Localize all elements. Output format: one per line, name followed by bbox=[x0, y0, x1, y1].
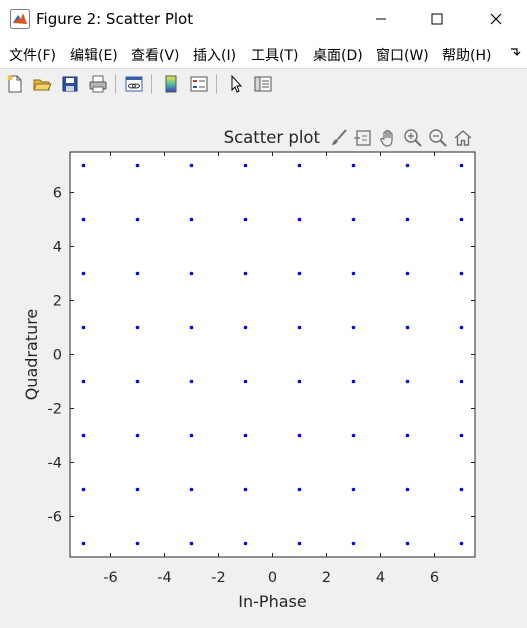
y-tick-label: 0 bbox=[53, 348, 62, 364]
scatter-point bbox=[243, 487, 248, 492]
scatter-point bbox=[135, 163, 140, 168]
scatter-point bbox=[135, 325, 140, 330]
pan-icon bbox=[380, 129, 393, 147]
x-tick-label: 2 bbox=[322, 570, 331, 586]
scatter-point bbox=[189, 217, 194, 222]
y-tick-label: 4 bbox=[53, 240, 62, 256]
scatter-point bbox=[297, 217, 302, 222]
scatter-point bbox=[351, 379, 356, 384]
scatter-point bbox=[135, 433, 140, 438]
x-tick-label: -4 bbox=[157, 570, 171, 586]
scatter-point bbox=[135, 271, 140, 276]
x-tick-label: -6 bbox=[103, 570, 117, 586]
scatter-point bbox=[189, 487, 194, 492]
scatter-point bbox=[297, 541, 302, 546]
scatter-plot: -6 -4 -2 0 2 4 6 -6 -4 -2 0 2 4 6 In-Phase Quadrature bbox=[22, 151, 476, 611]
scatter-point bbox=[351, 325, 356, 330]
scatter-point bbox=[81, 433, 86, 438]
scatter-point bbox=[351, 541, 356, 546]
data-tips-icon bbox=[354, 130, 371, 146]
scatter-point bbox=[297, 271, 302, 276]
scatter-point bbox=[459, 325, 464, 330]
scatter-point bbox=[351, 163, 356, 168]
zoom-out-button[interactable] bbox=[427, 127, 449, 149]
scatter-point bbox=[189, 433, 194, 438]
y-tick-label: -2 bbox=[48, 402, 62, 418]
plot-title: Scatter plot bbox=[223, 128, 320, 147]
x-tick-label: -2 bbox=[211, 570, 225, 586]
scatter-point bbox=[351, 271, 356, 276]
scatter-point bbox=[405, 433, 410, 438]
scatter-point bbox=[243, 541, 248, 546]
y-tick-label: 6 bbox=[53, 186, 62, 202]
scatter-point bbox=[297, 379, 302, 384]
scatter-point bbox=[243, 325, 248, 330]
scatter-point bbox=[405, 217, 410, 222]
scatter-point bbox=[459, 163, 464, 168]
y-axis-label: Quadrature bbox=[22, 309, 41, 401]
scatter-point bbox=[297, 433, 302, 438]
restore-view-icon bbox=[454, 130, 472, 146]
scatter-point bbox=[459, 487, 464, 492]
scatter-point bbox=[351, 433, 356, 438]
scatter-point bbox=[405, 325, 410, 330]
scatter-point bbox=[459, 541, 464, 546]
scatter-point bbox=[405, 163, 410, 168]
scatter-point bbox=[189, 379, 194, 384]
axes-box[interactable] bbox=[69, 151, 476, 558]
x-tick-label: 0 bbox=[268, 570, 277, 586]
scatter-point bbox=[81, 541, 86, 546]
x-axis-label: In-Phase bbox=[238, 592, 306, 611]
scatter-point bbox=[81, 379, 86, 384]
scatter-point bbox=[135, 487, 140, 492]
scatter-point bbox=[459, 271, 464, 276]
scatter-point bbox=[459, 433, 464, 438]
scatter-point bbox=[297, 163, 302, 168]
scatter-point bbox=[81, 163, 86, 168]
scatter-point bbox=[81, 217, 86, 222]
brush-button[interactable] bbox=[328, 127, 350, 149]
zoom-out-icon bbox=[429, 129, 447, 147]
scatter-point bbox=[405, 271, 410, 276]
scatter-point bbox=[351, 487, 356, 492]
scatter-point bbox=[243, 271, 248, 276]
x-tick-label: 6 bbox=[430, 570, 439, 586]
zoom-in-icon bbox=[404, 129, 422, 147]
scatter-point bbox=[459, 379, 464, 384]
scatter-point bbox=[189, 163, 194, 168]
scatter-point bbox=[405, 379, 410, 384]
scatter-point bbox=[81, 271, 86, 276]
brush-icon bbox=[332, 129, 347, 145]
scatter-point bbox=[135, 379, 140, 384]
scatter-point bbox=[405, 541, 410, 546]
scatter-point bbox=[81, 325, 86, 330]
scatter-point bbox=[135, 541, 140, 546]
data-tips-button[interactable] bbox=[352, 127, 374, 149]
scatter-point bbox=[405, 487, 410, 492]
scatter-point bbox=[351, 217, 356, 222]
scatter-point bbox=[243, 217, 248, 222]
scatter-point bbox=[459, 217, 464, 222]
zoom-in-button[interactable] bbox=[402, 127, 424, 149]
y-tick-label: 2 bbox=[53, 294, 62, 310]
restore-view-button[interactable] bbox=[452, 127, 474, 149]
scatter-point bbox=[297, 487, 302, 492]
scatter-point bbox=[189, 325, 194, 330]
x-tick-label: 4 bbox=[376, 570, 385, 586]
scatter-point bbox=[243, 433, 248, 438]
y-tick-label: -6 bbox=[48, 510, 62, 526]
scatter-point bbox=[243, 379, 248, 384]
scatter-point bbox=[135, 217, 140, 222]
scatter-point bbox=[297, 325, 302, 330]
y-tick-label: -4 bbox=[48, 456, 62, 472]
scatter-point bbox=[243, 163, 248, 168]
scatter-point bbox=[189, 541, 194, 546]
pan-button[interactable] bbox=[377, 127, 399, 149]
scatter-point bbox=[189, 271, 194, 276]
scatter-point bbox=[81, 487, 86, 492]
